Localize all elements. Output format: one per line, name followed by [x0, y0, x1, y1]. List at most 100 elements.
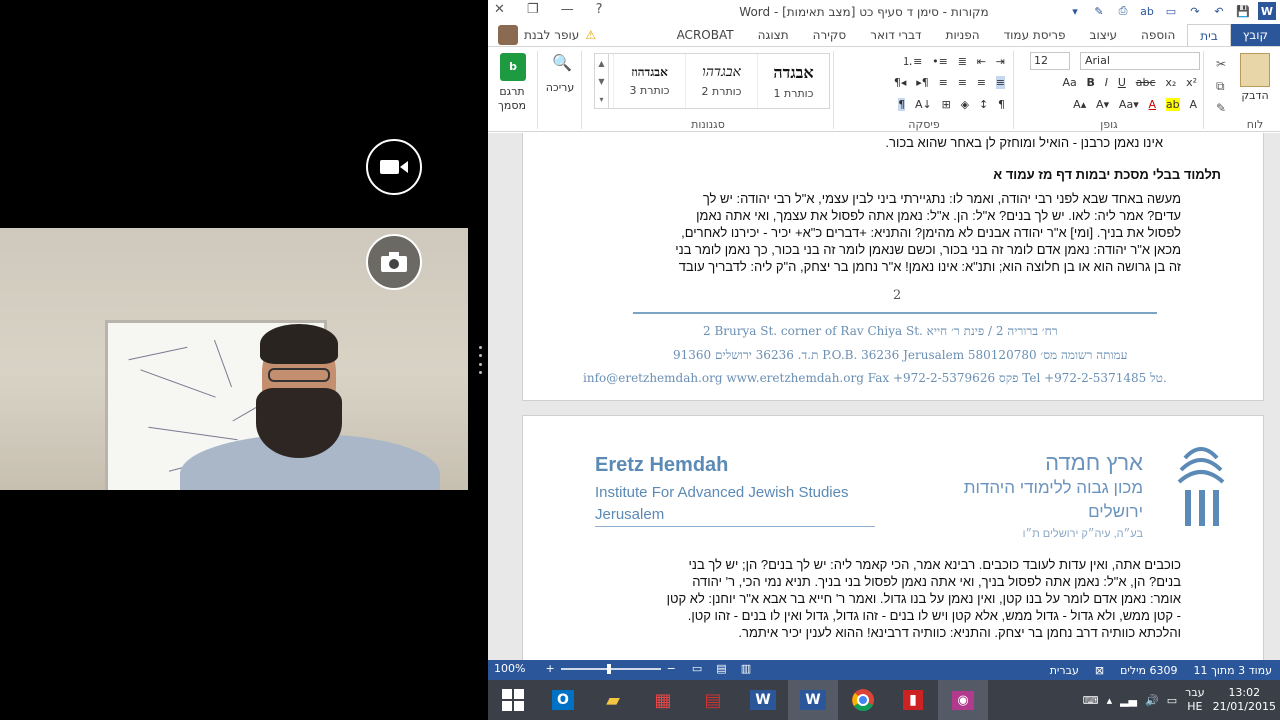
justify-icon[interactable]: ≡ [939, 76, 948, 89]
align-right-icon[interactable]: ≡ [958, 76, 967, 89]
align-left-icon[interactable]: ≡ [995, 76, 1005, 89]
print-preview-icon[interactable]: ⎙ [1114, 2, 1132, 20]
word-button-2[interactable]: W [788, 680, 838, 720]
italic-icon[interactable]: I [1105, 76, 1108, 89]
tab-review[interactable]: סקירה [801, 24, 859, 46]
read-mode-icon[interactable]: ▥ [741, 662, 751, 675]
bullets-icon[interactable]: •≡ [932, 55, 948, 68]
copy-icon[interactable]: ⧉ [1216, 75, 1226, 97]
store-button[interactable]: ▦ [638, 680, 688, 720]
tab-design[interactable]: עיצוב [1078, 24, 1130, 46]
font-name-field[interactable]: Arial [1080, 52, 1200, 70]
borders-icon[interactable]: ⊞ [942, 98, 951, 111]
file-explorer-button[interactable]: ▰ [588, 680, 638, 720]
bold-icon[interactable]: B [1087, 76, 1095, 89]
cut-icon[interactable]: ✂ [1216, 53, 1226, 75]
clock[interactable]: 13:02 21/01/2015 [1213, 686, 1276, 714]
restore-button[interactable]: ❐ [527, 2, 539, 17]
language-indicator[interactable]: עברית [1050, 664, 1079, 677]
tab-file[interactable]: קובץ [1230, 24, 1280, 46]
zoom-slider[interactable] [560, 663, 661, 674]
ribbon-options-icon[interactable]: ? [596, 2, 603, 17]
subscript-icon[interactable]: x₂ [1165, 76, 1176, 89]
language-switch[interactable]: עבר HE [1185, 686, 1204, 714]
shrink-font-icon[interactable]: A▾ [1096, 98, 1109, 111]
page-count[interactable]: עמוד 3 מתוך 11 [1194, 664, 1272, 677]
multilevel-icon[interactable]: ≣ [958, 55, 967, 68]
redo-icon[interactable]: ↷ [1186, 2, 1204, 20]
minimize-button[interactable]: — [561, 2, 574, 17]
strikethrough-icon[interactable]: abc [1136, 76, 1156, 89]
numbering-icon[interactable]: ⒈≡ [902, 53, 922, 69]
ltr-icon[interactable]: ▸¶ [916, 76, 929, 89]
text-effects-icon[interactable]: A [1189, 98, 1197, 111]
zoom-level[interactable]: 100% [494, 662, 525, 675]
scroll-down-icon[interactable]: ▼ [598, 77, 604, 86]
tab-insert[interactable]: הוספה [1129, 24, 1187, 46]
scroll-up-icon[interactable]: ▲ [598, 59, 604, 68]
word-count[interactable]: 6309 מילים [1120, 664, 1177, 677]
style-heading-2[interactable]: אבגדהו כותרת 2 [685, 54, 757, 108]
decrease-indent-icon[interactable]: ⇤ [977, 55, 986, 68]
font-color-icon[interactable]: A [1149, 98, 1157, 111]
photo-capture-button[interactable] [366, 234, 422, 290]
more-icon[interactable]: ▾ [1066, 2, 1084, 20]
style-heading-1[interactable]: אבגדה כותרת 1 [757, 54, 829, 108]
camera-app-button[interactable]: ◉ [938, 680, 988, 720]
start-button[interactable] [488, 680, 538, 720]
center-icon[interactable]: ≡ [977, 76, 986, 89]
superscript-icon[interactable]: x² [1186, 76, 1197, 89]
editing-button[interactable]: עריכה [542, 81, 578, 94]
volume-icon[interactable]: 🔊 [1145, 694, 1159, 707]
sort-icon[interactable]: A↓ [915, 98, 932, 111]
translate-button[interactable]: תרגם מסמך [490, 85, 534, 113]
video-record-button[interactable] [366, 139, 422, 195]
clear-format-icon[interactable]: Aa [1062, 76, 1076, 89]
zoom-out-icon[interactable]: − [667, 662, 676, 675]
zoom-thumb[interactable] [606, 663, 611, 674]
paragraph-mark-icon[interactable]: ¶ [998, 98, 1005, 111]
keyboard-icon[interactable]: ⌨ [1083, 694, 1099, 707]
more-styles-icon[interactable]: ▾ [600, 95, 604, 104]
reader-button[interactable]: ▤ [688, 680, 738, 720]
word-button-1[interactable]: W [738, 680, 788, 720]
tab-view[interactable]: תצוגה [746, 24, 801, 46]
format-painter-icon[interactable]: ✎ [1090, 2, 1108, 20]
network-icon[interactable]: ▂▄ [1120, 694, 1137, 707]
tab-home[interactable]: בית [1187, 24, 1231, 46]
show-marks-icon[interactable]: ¶ [898, 98, 906, 111]
rtl-icon[interactable]: ¶◂ [894, 76, 907, 89]
font-size-field[interactable]: 12 [1030, 52, 1070, 70]
split-handle[interactable] [476, 346, 484, 374]
binoculars-icon[interactable]: 🔍 [552, 53, 572, 72]
style-heading-3[interactable]: אבגדהוז כותרת 3 [613, 54, 685, 108]
format-painter-brush-icon[interactable]: ✎ [1216, 97, 1226, 119]
highlight-icon[interactable]: ab [1165, 98, 1180, 111]
save-icon[interactable]: 💾 [1234, 2, 1252, 20]
shading-icon[interactable]: ◈ [961, 98, 969, 111]
video-editor-button[interactable]: ▮ [888, 680, 938, 720]
outlook-button[interactable]: O [538, 680, 588, 720]
tab-mailings[interactable]: דברי דואר [858, 24, 933, 46]
web-layout-icon[interactable]: ▭ [692, 662, 702, 675]
paste-button[interactable]: הדבק [1234, 89, 1276, 102]
print-layout-icon[interactable]: ▤ [716, 662, 726, 675]
proofing-icon[interactable]: ⊠ [1095, 664, 1104, 677]
styles-scroll[interactable]: ▲ ▼ ▾ [594, 53, 608, 109]
spelling-icon[interactable]: ab [1138, 2, 1156, 20]
chrome-button[interactable] [838, 680, 888, 720]
zoom-in-icon[interactable]: + [545, 662, 554, 675]
increase-indent-icon[interactable]: ⇥ [996, 55, 1005, 68]
close-button[interactable]: ✕ [494, 2, 505, 17]
undo-icon[interactable]: ↶ [1210, 2, 1228, 20]
tab-layout[interactable]: פריסת עמוד [992, 24, 1078, 46]
user-account[interactable]: ⚠ עופר לבנת [498, 24, 596, 46]
grow-font-icon[interactable]: A▴ [1073, 98, 1086, 111]
underline-icon[interactable]: U [1118, 76, 1126, 89]
new-icon[interactable]: ▭ [1162, 2, 1180, 20]
battery-icon[interactable]: ▭ [1167, 694, 1177, 707]
paste-icon[interactable] [1240, 53, 1270, 87]
tab-acrobat[interactable]: ACROBAT [665, 24, 746, 46]
line-spacing-icon[interactable]: ↕ [979, 98, 988, 111]
translate-icon[interactable]: b [500, 53, 526, 81]
